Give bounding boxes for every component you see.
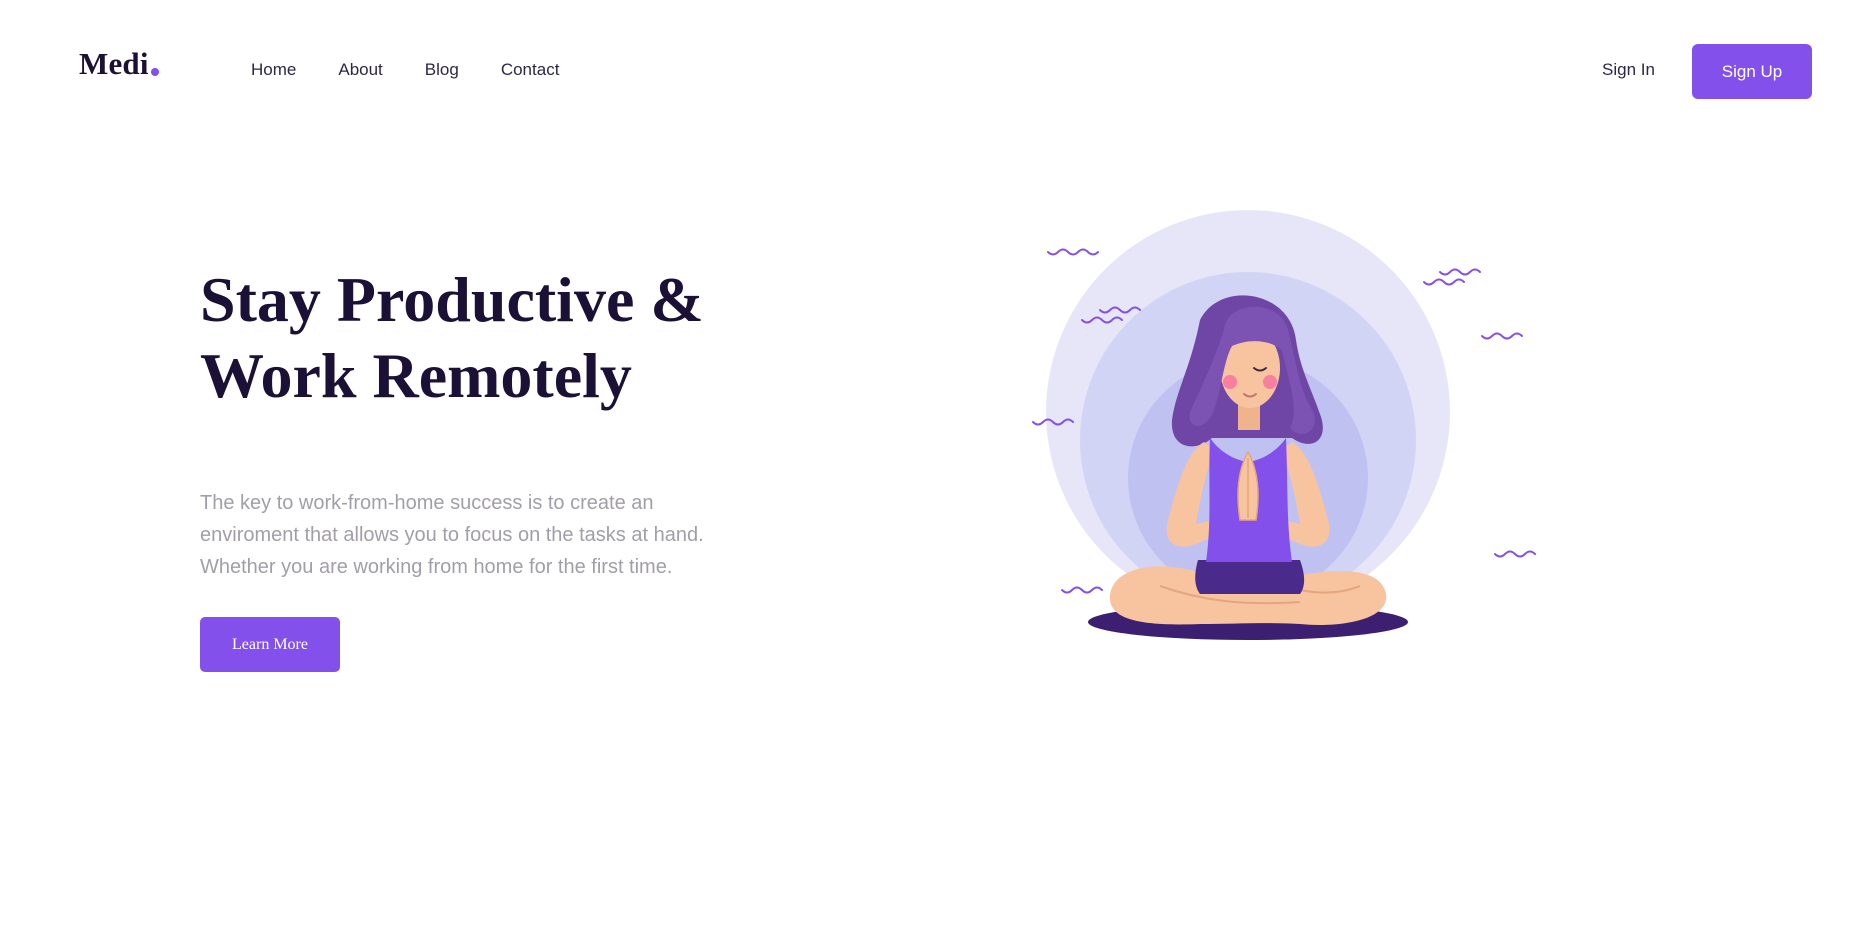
hero-description-line-1: The key to work-from-home success is to … xyxy=(200,492,654,514)
sign-in-link[interactable]: Sign In xyxy=(1602,58,1655,82)
nav-item-about[interactable]: About xyxy=(338,58,382,82)
nav-item-home[interactable]: Home xyxy=(251,58,296,82)
nav-item-contact[interactable]: Contact xyxy=(501,58,560,82)
cheek-right xyxy=(1263,375,1277,389)
meditating-woman-illustration xyxy=(1000,190,1600,670)
hero-description: The key to work-from-home success is to … xyxy=(200,487,760,583)
logo[interactable]: Medi xyxy=(79,48,159,79)
cheek-left xyxy=(1223,375,1237,389)
sign-up-button[interactable]: Sign Up xyxy=(1692,44,1812,99)
hero-title-line-1: Stay Productive & xyxy=(200,264,704,335)
hero-description-line-3: Whether you are working from home for th… xyxy=(200,556,673,578)
logo-dot-icon xyxy=(150,68,159,76)
learn-more-button[interactable]: Learn More xyxy=(200,617,340,672)
shorts xyxy=(1195,560,1305,594)
hero-title-line-2: Work Remotely xyxy=(200,340,632,411)
site-header: Medi Home About Blog Contact Sign In Sig… xyxy=(0,0,1876,140)
nav-item-blog[interactable]: Blog xyxy=(425,58,459,82)
logo-text: Medi xyxy=(79,46,149,81)
hero-description-line-2: enviroment that allows you to focus on t… xyxy=(200,524,704,546)
hero-title: Stay Productive & Work Remotely xyxy=(200,262,800,414)
main-nav: Home About Blog Contact xyxy=(251,58,601,82)
